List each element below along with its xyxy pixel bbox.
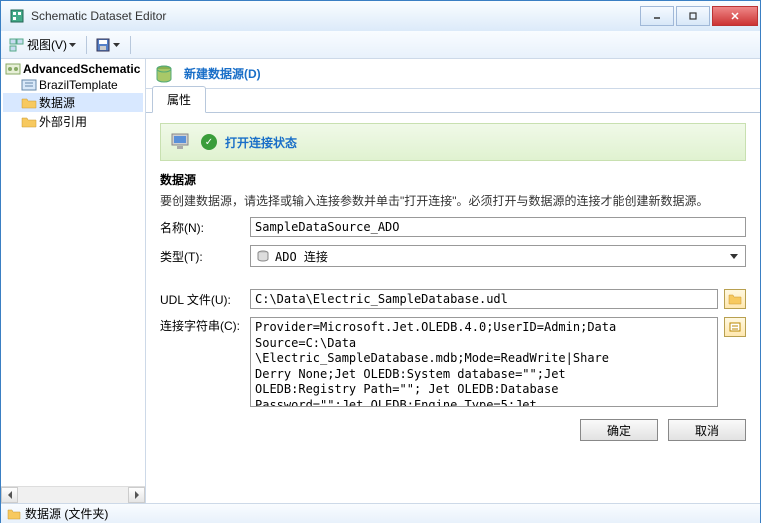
minimize-button[interactable] xyxy=(640,6,674,26)
main-toolbar: 视图(V) xyxy=(1,31,760,59)
scroll-right-button[interactable] xyxy=(128,487,145,503)
window-buttons xyxy=(638,6,758,26)
type-label: 类型(T): xyxy=(160,248,250,265)
titlebar: Schematic Dataset Editor xyxy=(1,1,760,31)
udl-input[interactable] xyxy=(250,289,718,309)
row-type: 类型(T): ADO 连接 xyxy=(160,245,746,267)
view-menu[interactable]: 视图(V) xyxy=(5,34,80,55)
chevron-down-icon xyxy=(726,249,741,264)
schematic-icon xyxy=(5,63,21,75)
type-value: ADO 连接 xyxy=(275,248,726,265)
browse-udl-button[interactable] xyxy=(724,289,746,309)
app-icon xyxy=(9,8,25,24)
folder-open-icon xyxy=(728,293,742,305)
close-button[interactable] xyxy=(712,6,758,26)
content-panel: 新建数据源(D) 属性 ✓ 打开连接状态 数据源 要创建数据源，请选择或输入连接… xyxy=(146,59,760,503)
tree-root[interactable]: AdvancedSchematic xyxy=(3,61,143,77)
conn-label: 连接字符串(C): xyxy=(160,317,250,334)
status-box: ✓ 打开连接状态 xyxy=(160,123,746,161)
name-input[interactable] xyxy=(250,217,746,237)
tree-item-label: BrazilTemplate xyxy=(39,78,118,92)
properties-panel: ✓ 打开连接状态 数据源 要创建数据源，请选择或输入连接参数并单击"打开连接"。… xyxy=(146,113,760,503)
separator xyxy=(130,36,131,54)
cancel-button[interactable]: 取消 xyxy=(668,419,746,441)
spacer xyxy=(160,275,746,289)
view-menu-label: 视图(V) xyxy=(27,36,67,53)
properties-icon xyxy=(728,321,742,333)
tree-item-label: 数据源 xyxy=(39,94,75,111)
row-name: 名称(N): xyxy=(160,217,746,237)
tree-item-template[interactable]: BrazilTemplate xyxy=(3,77,143,93)
separator xyxy=(86,36,87,54)
tab-label: 属性 xyxy=(167,93,191,107)
section-title: 数据源 xyxy=(160,171,746,188)
scroll-track[interactable] xyxy=(18,487,128,503)
dialog-buttons: 确定 取消 xyxy=(160,419,746,441)
horizontal-scrollbar[interactable] xyxy=(1,486,145,503)
chevron-down-icon xyxy=(69,43,76,47)
row-connstr: 连接字符串(C): Provider=Microsoft.Jet.OLEDB.4… xyxy=(160,317,746,407)
main-area: AdvancedSchematic BrazilTemplate 数据源 外部引… xyxy=(1,59,760,503)
conn-textarea[interactable]: Provider=Microsoft.Jet.OLEDB.4.0;UserID=… xyxy=(250,317,718,407)
tree-root-label: AdvancedSchematic xyxy=(23,62,140,76)
content-toolbar: 新建数据源(D) xyxy=(146,59,760,89)
check-icon: ✓ xyxy=(201,134,217,150)
status-icon-wrap xyxy=(169,130,193,154)
scroll-left-button[interactable] xyxy=(1,487,18,503)
database-small-icon xyxy=(255,249,271,263)
name-label: 名称(N): xyxy=(160,219,250,236)
monitor-icon xyxy=(169,130,193,154)
window-title: Schematic Dataset Editor xyxy=(31,9,638,23)
statusbar-text: 数据源 (文件夹) xyxy=(25,505,108,522)
section-hint: 要创建数据源，请选择或输入连接参数并单击"打开连接"。必须打开与数据源的连接才能… xyxy=(160,192,746,209)
database-icon xyxy=(154,64,174,84)
save-button[interactable] xyxy=(91,35,124,55)
statusbar: 数据源 (文件夹) xyxy=(1,503,760,523)
tree-item-datasource[interactable]: 数据源 xyxy=(3,93,143,112)
tabs: 属性 xyxy=(146,89,760,113)
udl-label: UDL 文件(U): xyxy=(160,291,250,308)
ok-label: 确定 xyxy=(607,422,631,439)
save-icon xyxy=(95,37,111,53)
type-combobox[interactable]: ADO 连接 xyxy=(250,245,746,267)
tab-properties[interactable]: 属性 xyxy=(152,86,206,113)
folder-icon xyxy=(21,116,37,128)
maximize-button[interactable] xyxy=(676,6,710,26)
cancel-label: 取消 xyxy=(695,422,719,439)
sidebar: AdvancedSchematic BrazilTemplate 数据源 外部引… xyxy=(1,59,146,503)
tree-item-label: 外部引用 xyxy=(39,113,87,130)
template-icon xyxy=(21,79,37,91)
tree-view[interactable]: AdvancedSchematic BrazilTemplate 数据源 外部引… xyxy=(1,59,145,486)
new-datasource-link[interactable]: 新建数据源(D) xyxy=(184,65,261,82)
status-text: 打开连接状态 xyxy=(225,134,297,151)
ok-button[interactable]: 确定 xyxy=(580,419,658,441)
build-conn-button[interactable] xyxy=(724,317,746,337)
row-udl: UDL 文件(U): xyxy=(160,289,746,309)
windows-icon xyxy=(9,38,25,52)
folder-icon xyxy=(7,508,21,520)
chevron-down-icon xyxy=(113,43,120,47)
folder-icon xyxy=(21,97,37,109)
tree-item-external[interactable]: 外部引用 xyxy=(3,112,143,131)
